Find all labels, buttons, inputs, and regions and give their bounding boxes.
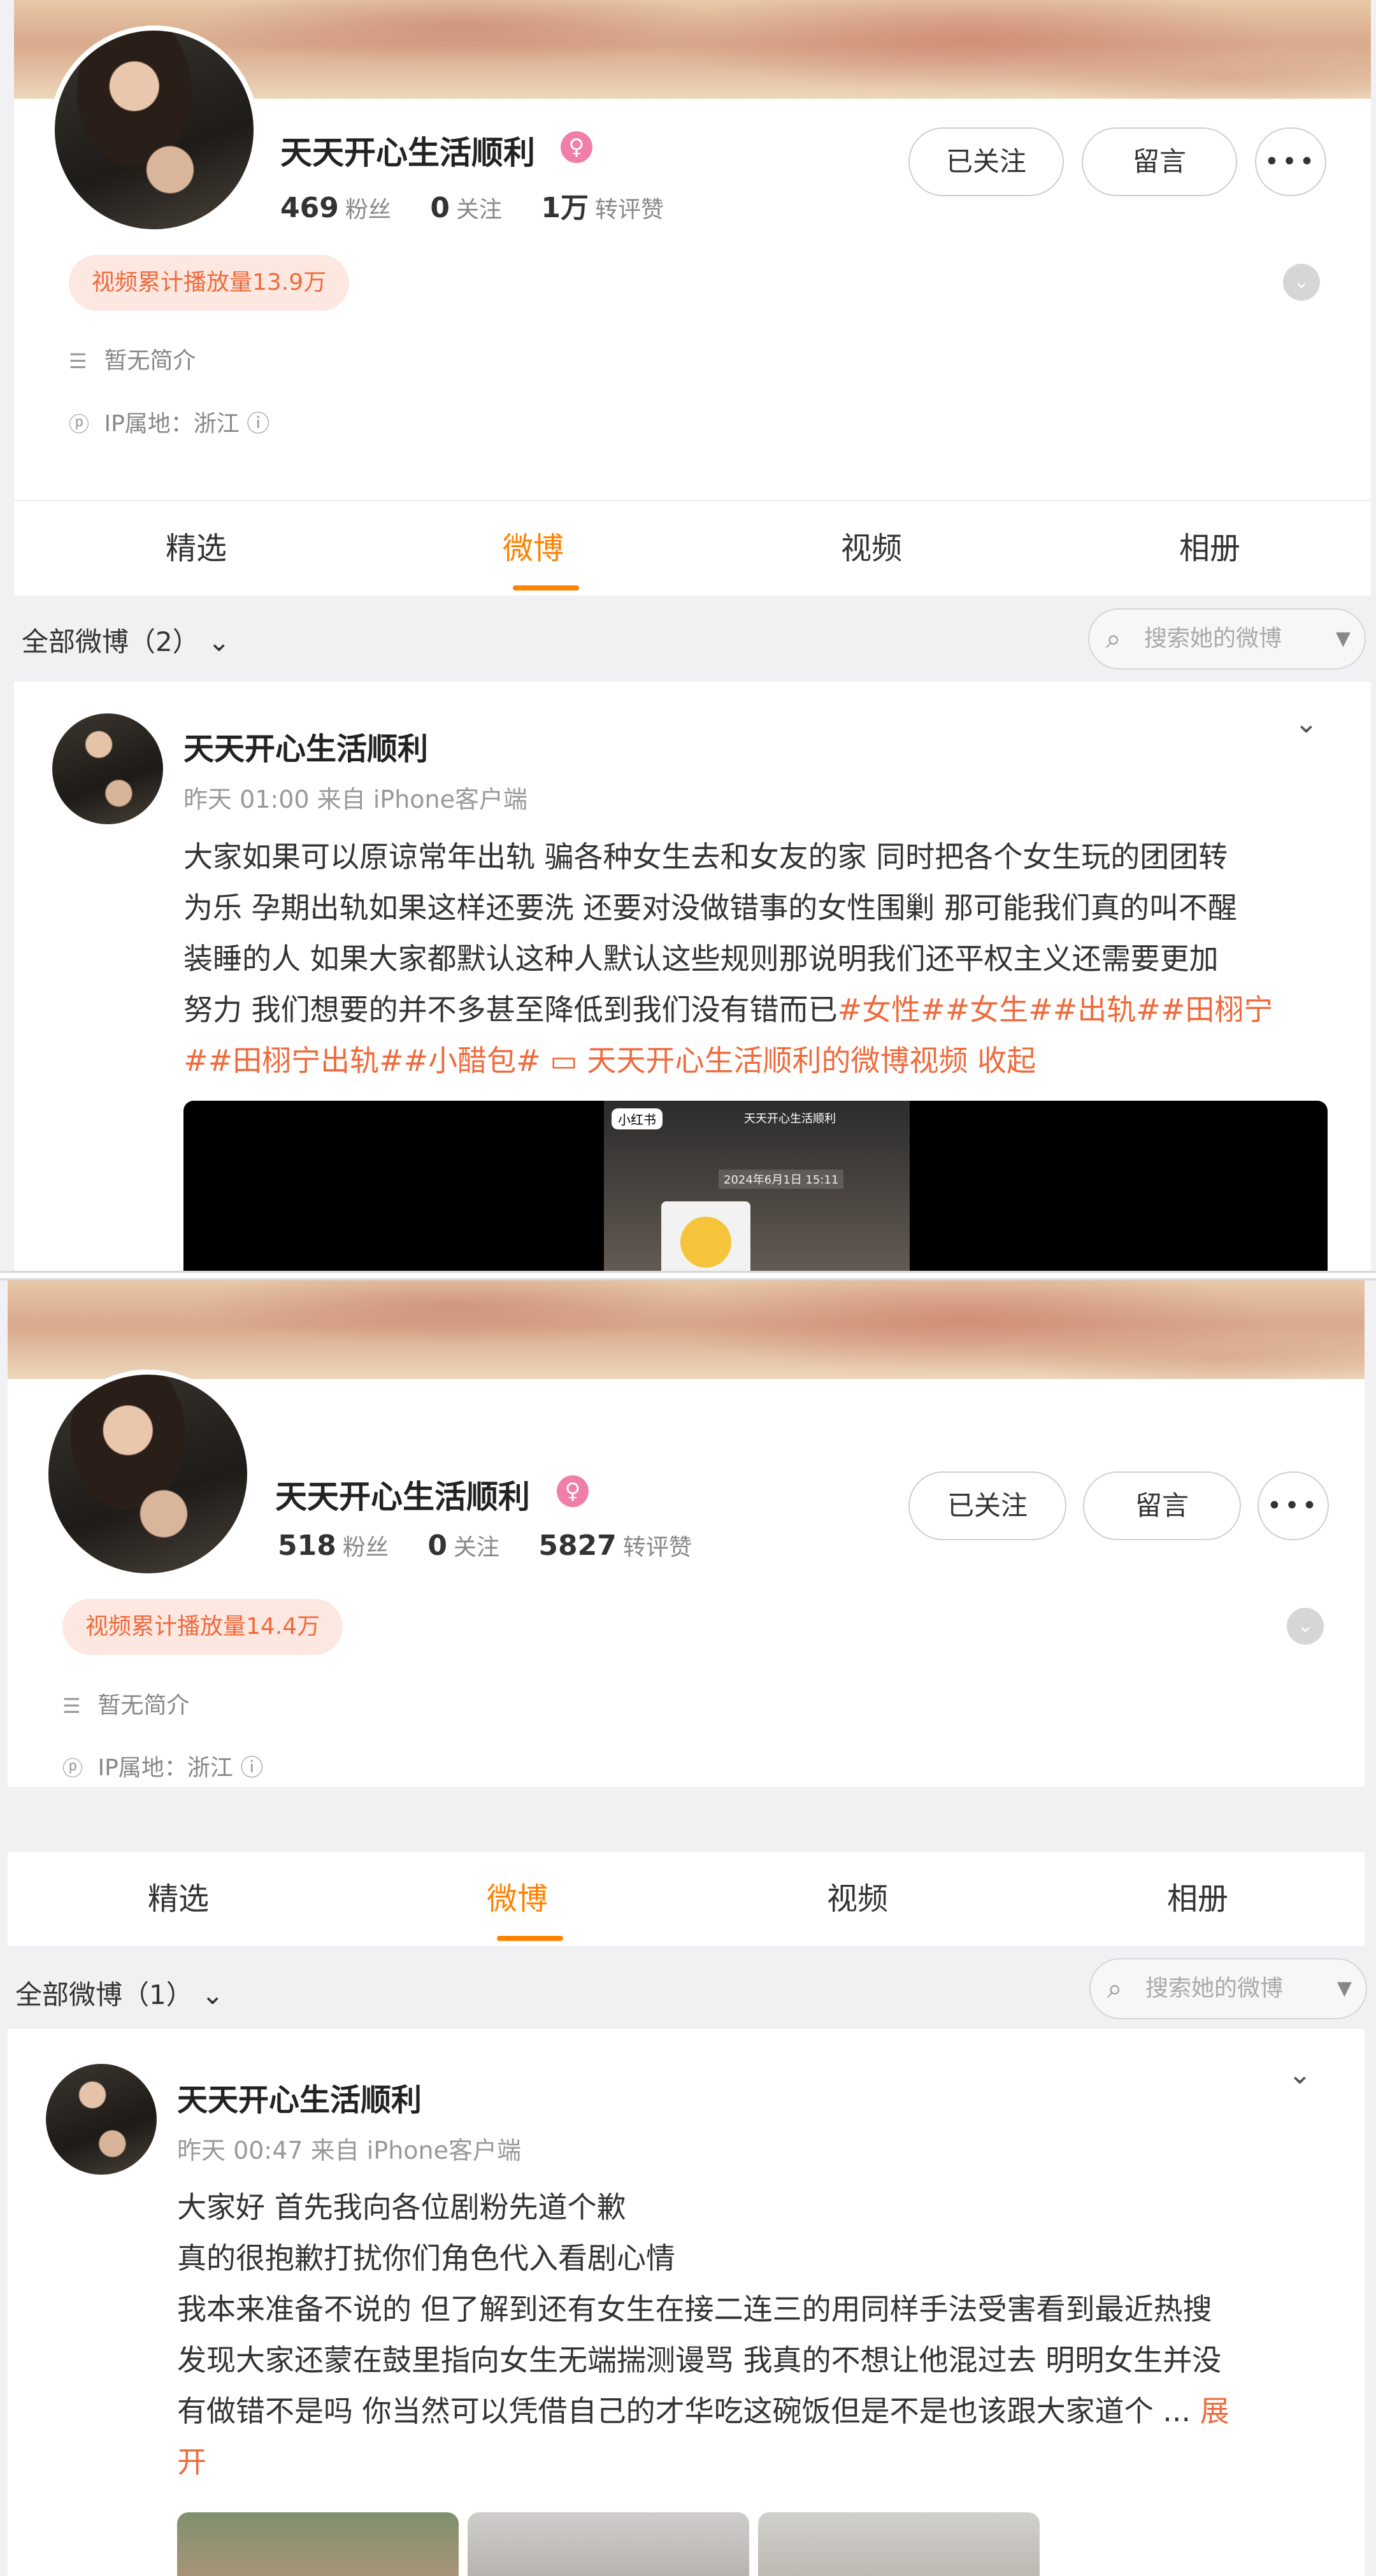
profile-name: 天天开心生活顺利: [275, 1478, 530, 1515]
expand-link[interactable]: 开: [177, 2445, 206, 2479]
post-text: 大家如果可以原谅常年出轨 骗各种女生去和女友的家 同时把各个女生玩的团团转 为乐…: [183, 831, 1356, 1086]
ip-icon: ⓟ: [62, 1756, 83, 1780]
profile-stats: 469 粉丝 0 关注 1万 转评赞: [280, 185, 664, 225]
profile-screenshot-2: 天天开心生活顺利 ♀ 518 粉丝 0 关注 5827 转评赞 已关注 留言 ••• …: [0, 1280, 1376, 2576]
message-button[interactable]: 留言: [1083, 1471, 1241, 1540]
followed-button[interactable]: 已关注: [908, 1471, 1066, 1540]
post-line: 开: [177, 2436, 1349, 2487]
search-icon: ⌕: [1107, 1973, 1122, 2004]
chevron-down-icon: ⌄: [208, 626, 231, 657]
post-author-name[interactable]: 天天开心生活顺利: [177, 2075, 422, 2119]
post-line: 装睡的人 如果大家都默认这种人默认这些规则那说明我们还平权主义还需要更加: [183, 941, 1219, 976]
post-menu-chevron-icon[interactable]: ⌄: [1288, 2058, 1312, 2091]
profile-screenshot-1: 天天开心生活顺利 ♀ 469 粉丝 0 关注 1万 转评赞 已关注 留言 ••• 视频…: [0, 0, 1376, 1271]
likes-stat[interactable]: 5827 转评赞: [538, 1529, 691, 1562]
post-time-source: 昨天 00:47 来自 iPhone客户端: [177, 2136, 522, 2165]
post-image[interactable]: [468, 2512, 749, 2576]
following-stat[interactable]: 0 关注: [430, 192, 502, 224]
post-card: 天天开心生活顺利 昨天 00:47 来自 iPhone客户端 ⌄ 大家好 首先我…: [8, 2029, 1365, 2576]
post-line: 我本来准备不说的 但了解到还有女生在接二连三的用同样手法受害看到最近热搜: [177, 2292, 1212, 2326]
post-line: ##田栩宁出轨##小醋包# ▭ 天天开心生活顺利的微博视频 收起: [183, 1035, 1356, 1086]
collapse-link[interactable]: 收起: [977, 1043, 1036, 1078]
tab-album[interactable]: 相册: [1114, 501, 1305, 596]
all-posts-filter[interactable]: 全部微博（2） ⌄: [22, 620, 230, 659]
video-date-stamp: 2024年6月1日 15:11: [719, 1170, 844, 1189]
profile-avatar[interactable]: [43, 1370, 252, 1578]
ip-location-row: ⓟ IP属地：浙江 ⓘ: [69, 405, 269, 438]
post-text: 大家好 首先我向各位剧粉先道个歉 真的很抱歉打扰你们角色代入看剧心情 我本来准备…: [177, 2182, 1349, 2487]
search-posts-input[interactable]: ⌕ 搜索她的微博 ▼: [1089, 1958, 1367, 2019]
tab-featured[interactable]: 精选: [83, 1852, 274, 1946]
video-plays-badge: 视频累计播放量14.4万: [62, 1599, 343, 1655]
likes-stat[interactable]: 1万 转评赞: [541, 192, 664, 224]
post-menu-chevron-icon[interactable]: ⌄: [1294, 707, 1318, 740]
tab-video[interactable]: 视频: [776, 501, 967, 596]
screenshot-divider: [0, 1271, 1376, 1280]
chevron-down-icon: ⌄: [201, 1979, 224, 2010]
dropdown-arrow-icon[interactable]: ▼: [1337, 1959, 1352, 2018]
post-line: 努力 我们想要的并不多甚至降低到我们没有错而已#女性##女生##出轨##田栩宁: [183, 992, 1273, 1027]
video-camera-icon: ▭: [550, 1043, 578, 1078]
profile-tabs: 精选 微博 视频 相册: [8, 1850, 1365, 1946]
post-author-avatar[interactable]: [52, 713, 163, 824]
expand-link[interactable]: 展: [1200, 2394, 1229, 2428]
female-verified-icon: ♀: [557, 1475, 589, 1507]
profile-avatar[interactable]: [50, 25, 259, 234]
post-card: 天天开心生活顺利 昨天 01:00 来自 iPhone客户端 ⌄ 大家如果可以原…: [14, 682, 1371, 1271]
ip-location-row: ⓟ IP属地：浙江 ⓘ: [62, 1749, 263, 1782]
post-author-avatar[interactable]: [46, 2064, 157, 2175]
all-posts-filter[interactable]: 全部微博（1） ⌄: [15, 1973, 224, 2012]
post-line: 有做错不是吗 你当然可以凭借自己的才华吃这碗饭但是不是也该跟大家道个 ... 展: [177, 2394, 1229, 2428]
following-stat[interactable]: 0 关注: [427, 1529, 499, 1562]
profile-stats: 518 粉丝 0 关注 5827 转评赞: [278, 1529, 692, 1562]
post-line: 大家好 首先我向各位剧粉先道个歉: [177, 2190, 626, 2224]
dropdown-arrow-icon[interactable]: ▼: [1336, 610, 1351, 668]
tab-weibo[interactable]: 微博: [422, 1852, 613, 1946]
expand-profile-chevron-icon[interactable]: ⌄: [1287, 1608, 1324, 1645]
post-line: 大家如果可以原谅常年出轨 骗各种女生去和女友的家 同时把各个女生玩的团团转: [183, 840, 1228, 874]
video-plays-badge: 视频累计播放量13.9万: [69, 255, 350, 311]
help-icon[interactable]: ⓘ: [240, 1755, 263, 1781]
document-icon: ☰: [62, 1694, 81, 1718]
post-video[interactable]: 小红书 天天开心生活顺利 2024年6月1日 15:11: [183, 1101, 1328, 1271]
bio-row: ☰ 暂无简介: [62, 1692, 190, 1719]
followers-stat[interactable]: 518 粉丝: [278, 1529, 389, 1562]
tab-weibo[interactable]: 微博: [438, 501, 629, 596]
followed-button[interactable]: 已关注: [908, 127, 1064, 196]
post-time-source: 昨天 01:00 来自 iPhone客户端: [183, 785, 528, 813]
search-posts-input[interactable]: ⌕ 搜索她的微博 ▼: [1088, 608, 1366, 669]
profile-tabs: 精选 微博 视频 相册: [14, 500, 1371, 596]
post-line: 真的很抱歉打扰你们角色代入看剧心情: [177, 2241, 675, 2275]
search-icon: ⌕: [1106, 623, 1121, 654]
tab-album[interactable]: 相册: [1102, 1852, 1293, 1946]
post-image[interactable]: [758, 2512, 1040, 2576]
ip-icon: ⓟ: [69, 412, 90, 436]
message-button[interactable]: 留言: [1082, 127, 1237, 196]
post-author-name[interactable]: 天天开心生活顺利: [183, 724, 428, 768]
followers-stat[interactable]: 469 粉丝: [280, 192, 391, 224]
female-verified-icon: ♀: [561, 131, 592, 163]
video-watermark-title: 天天开心生活顺利: [744, 1112, 836, 1126]
more-options-button[interactable]: •••: [1258, 1471, 1329, 1540]
xiaohongshu-logo: 小红书: [612, 1108, 663, 1129]
video-thumbnail: 小红书 天天开心生活顺利 2024年6月1日 15:11: [604, 1101, 910, 1271]
video-link[interactable]: 天天开心生活顺利的微博视频: [587, 1043, 968, 1078]
document-icon: ☰: [69, 349, 87, 373]
tab-video[interactable]: 视频: [762, 1852, 953, 1946]
post-image[interactable]: [177, 2512, 459, 2576]
tab-featured[interactable]: 精选: [101, 501, 292, 596]
profile-banner: [8, 1280, 1365, 1379]
profile-name: 天天开心生活顺利: [280, 134, 535, 171]
help-icon[interactable]: ⓘ: [247, 411, 269, 437]
hashtag-links[interactable]: ##田栩宁出轨##小醋包#: [183, 1043, 550, 1078]
bio-row: ☰ 暂无简介: [69, 348, 196, 374]
expand-profile-chevron-icon[interactable]: ⌄: [1283, 264, 1320, 301]
more-options-button[interactable]: •••: [1255, 127, 1326, 196]
post-line: 为乐 孕期出轨如果这样还要洗 还要对没做错事的女性围剿 那可能我们真的叫不醒: [183, 891, 1237, 925]
hashtag-links[interactable]: #女性##女生##出轨##田栩宁: [838, 992, 1273, 1027]
post-line: 发现大家还蒙在鼓里指向女生无端揣测谩骂 我真的不想让他混过去 明明女生并没: [177, 2343, 1222, 2377]
emoji-sticker: [661, 1201, 750, 1271]
